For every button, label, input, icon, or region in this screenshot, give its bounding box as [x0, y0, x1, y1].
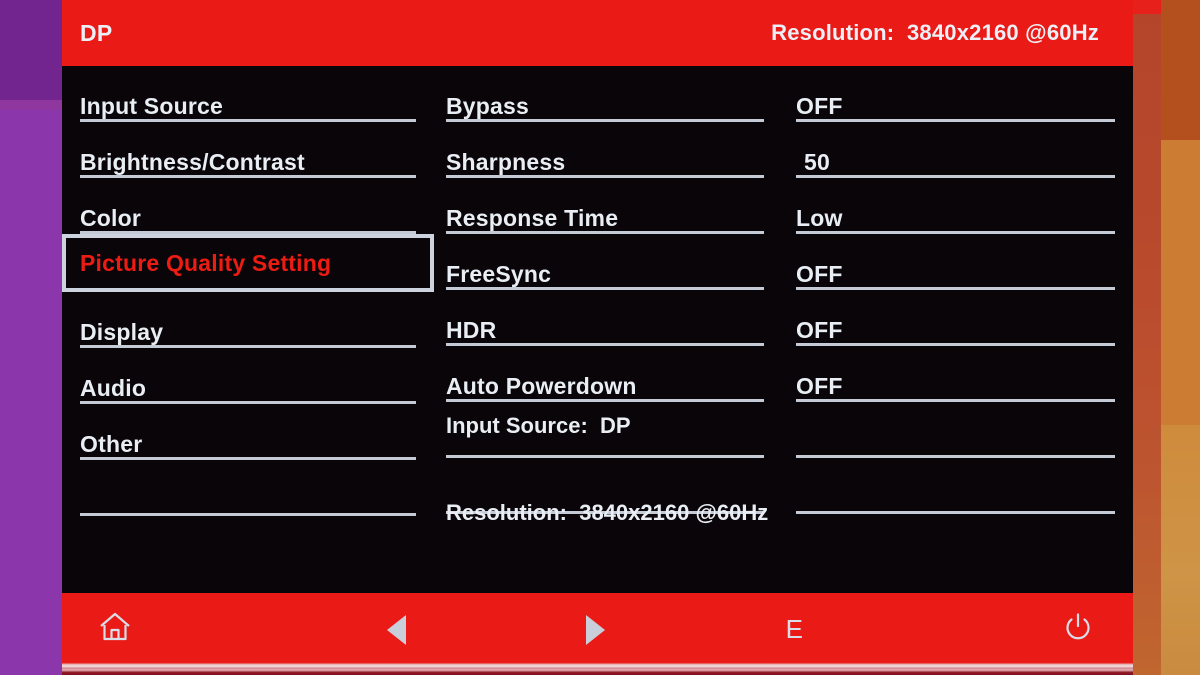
sidebar-item-label: Other [80, 431, 143, 457]
setting-row-freesync[interactable]: FreeSync [446, 234, 764, 290]
setting-row-bypass[interactable]: Bypass [446, 66, 764, 122]
background-orange-block-bottom [1161, 425, 1200, 675]
home-button[interactable] [62, 593, 297, 666]
next-button[interactable] [496, 593, 695, 666]
setting-value-empty-2 [796, 458, 1115, 514]
osd-settings-value-column: OFF 50 Low OFF OFF OFF [784, 66, 1133, 593]
setting-name: FreeSync [446, 261, 552, 287]
osd-body: Input Source Brightness/Contrast Color P… [62, 66, 1133, 593]
power-icon [1063, 612, 1093, 648]
setting-value-sharpness[interactable]: 50 [796, 122, 1115, 178]
status-input-source: Input Source: DP [446, 413, 631, 438]
sidebar-item-label: Display [80, 319, 164, 345]
setting-value-bypass[interactable]: OFF [796, 66, 1115, 122]
setting-value: OFF [796, 93, 843, 119]
setting-name: Bypass [446, 93, 530, 119]
sidebar-item-empty [80, 460, 416, 516]
sidebar-item-label: Picture Quality Setting [80, 250, 332, 276]
osd-footer: E [62, 593, 1133, 666]
setting-value-hdr[interactable]: OFF [796, 290, 1115, 346]
setting-value-response-time[interactable]: Low [796, 178, 1115, 234]
setting-value-auto-powerdown[interactable]: OFF [796, 346, 1115, 402]
sidebar-item-label: Audio [80, 375, 147, 401]
setting-name: HDR [446, 317, 497, 343]
osd-input-source-title: DP [80, 19, 113, 46]
setting-value: OFF [796, 373, 843, 399]
sidebar-item-label: Color [80, 205, 142, 231]
sidebar-item-label: Brightness/Contrast [80, 149, 305, 175]
sidebar-item-label: Input Source [80, 93, 223, 119]
sidebar-item-other[interactable]: Other [80, 404, 416, 460]
setting-row-hdr[interactable]: HDR [446, 290, 764, 346]
exit-button-label: E [785, 614, 804, 644]
osd-menu-column: Input Source Brightness/Contrast Color P… [62, 66, 434, 593]
triangle-left-icon [387, 614, 406, 645]
setting-value-empty-1 [796, 402, 1115, 458]
setting-value-freesync[interactable]: OFF [796, 234, 1115, 290]
setting-value: Low [796, 205, 843, 231]
background-orange-strip [1133, 0, 1161, 675]
setting-value: OFF [796, 261, 843, 287]
sidebar-item-audio[interactable]: Audio [80, 348, 416, 404]
sidebar-item-color[interactable]: Color [80, 178, 416, 234]
triangle-right-icon [586, 614, 605, 645]
osd-status-block: Input Source: DP Resolution: 3840x2160 @… [434, 353, 768, 585]
setting-row-response-time[interactable]: Response Time [446, 178, 764, 234]
previous-button[interactable] [297, 593, 496, 666]
background-red-corner [1133, 0, 1161, 14]
osd-resolution-title: Resolution: 3840x2160 @60Hz [771, 20, 1099, 45]
osd-header: DP Resolution: 3840x2160 @60Hz [62, 0, 1133, 66]
background-purple-lower [0, 110, 62, 675]
power-button[interactable] [894, 593, 1133, 666]
sidebar-item-picture-quality-setting[interactable]: Picture Quality Setting [62, 234, 434, 292]
monitor-screen: DP Resolution: 3840x2160 @60Hz Input Sou… [0, 0, 1200, 675]
sidebar-item-display[interactable]: Display [80, 292, 416, 348]
home-icon [98, 611, 132, 648]
setting-value: 50 [804, 149, 830, 175]
sidebar-item-brightness-contrast[interactable]: Brightness/Contrast [80, 122, 416, 178]
osd-menu: DP Resolution: 3840x2160 @60Hz Input Sou… [62, 0, 1133, 666]
background-orange-block-top [1161, 0, 1200, 145]
status-resolution: Resolution: 3840x2160 @60Hz [446, 500, 769, 525]
setting-name: Sharpness [446, 149, 566, 175]
sidebar-item-input-source[interactable]: Input Source [80, 66, 416, 122]
setting-value: OFF [796, 317, 843, 343]
setting-row-sharpness[interactable]: Sharpness [446, 122, 764, 178]
background-orange-block-mid [1161, 140, 1200, 430]
bezel-reflection-strip [62, 661, 1133, 675]
setting-name: Response Time [446, 205, 619, 231]
exit-button[interactable]: E [695, 593, 894, 666]
